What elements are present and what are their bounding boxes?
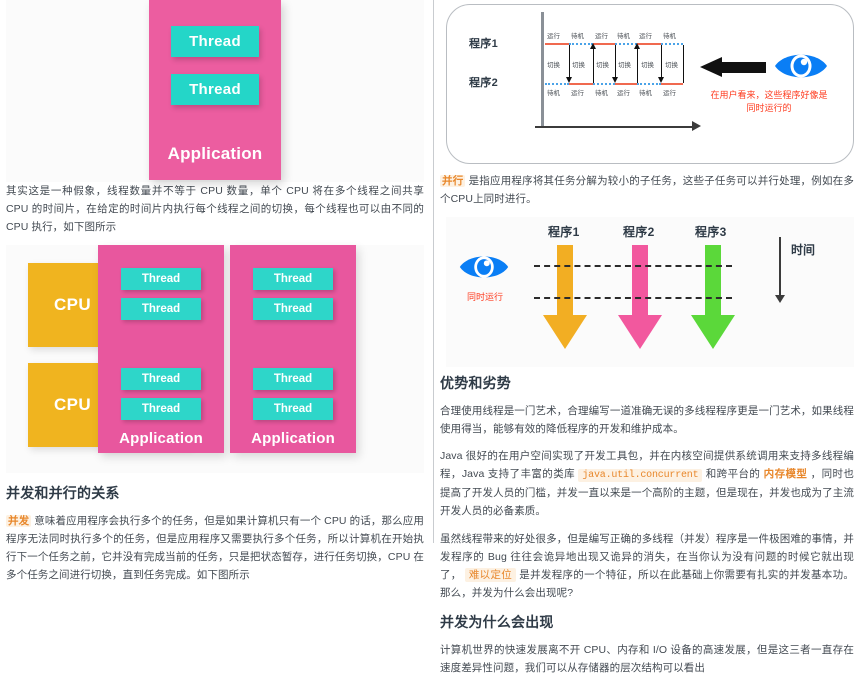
timeline-program2-label: 程序2 (469, 77, 499, 89)
timeline-program1-label: 程序1 (469, 38, 499, 50)
timeline-idle-segment (661, 43, 683, 45)
timeline-top-state: 运行 (595, 33, 608, 40)
inline-code-concurrent-package: java.util.concurrent (578, 469, 703, 483)
parallel-program2-label: 程序2 (623, 225, 655, 240)
timeline-top-state: 待机 (571, 33, 584, 40)
parallel-program3-label: 程序3 (695, 225, 727, 240)
timeline-bottom-state: 运行 (617, 90, 630, 97)
tag-hard-to-locate: 难以定位 (464, 567, 517, 582)
application-label: Application (119, 430, 203, 448)
right-paragraph-parallel: 并行 是指应用程序将其任务分解为较小的子任务，这些子任务可以并行处理，例如在多个… (440, 172, 854, 208)
timeline-switch-line (569, 45, 570, 78)
timeline-switch-arrow-icon (566, 77, 572, 83)
thread-chip: Thread (121, 268, 201, 291)
timeline-eye-caption-line1: 在用户看来，这些程序好像是 (710, 90, 828, 100)
right-paragraph-4: 虽然线程带来的好处很多，但是编写正确的多线程（并发）程序是一件极困难的事情，并发… (440, 530, 854, 602)
left-heading-concurrency-parallelism: 并发和并行的关系 (6, 485, 120, 502)
timeline-switch-arrow-icon (590, 43, 596, 49)
right-paragraph-2: 合理使用线程是一门艺术，合理编写一道准确无误的多线程程序更是一门艺术，如果线程使… (440, 405, 854, 436)
timeline-bottom-state: 待机 (547, 90, 560, 97)
timeline-switch-label: 切换 (618, 62, 631, 69)
application-label: Application (251, 430, 335, 448)
thread-chip: Thread (171, 74, 259, 105)
parallel-eye-caption: 同时运行 (466, 292, 503, 303)
timeline-bottom-state: 运行 (663, 90, 676, 97)
timeline-idle-segment (637, 83, 661, 85)
timeline-top-state: 待机 (617, 33, 630, 40)
left-paragraph-2-text: 意味着应用程序会执行多个的任务，但是如果计算机只有一个 CPU 的话，那么应用程… (6, 515, 424, 582)
timeline-bottom-state: 运行 (571, 90, 584, 97)
timeline-run-segment (593, 43, 615, 45)
timeline-top-state: 运行 (547, 33, 560, 40)
page-root: Thread Thread Application 其实这是一种假象，线程数量并… (0, 0, 858, 674)
thread-chip: Thread (121, 398, 201, 421)
figure-cpu-applications: CPU CPU Thread Thread Thread Thread Appl… (6, 245, 424, 474)
timeline-switch-label: 切换 (572, 62, 585, 69)
timeline-run-segment (545, 43, 569, 45)
timeline-switch-line (637, 49, 638, 83)
timeline-switch-label: 切换 (547, 62, 560, 69)
right-paragraph-parallel-text: 是指应用程序将其任务分解为较小的子任务，这些子任务可以并行处理，例如在多个CPU… (440, 175, 854, 206)
figure-parallel-programs: 同时运行 程序1 程序2 程序3 时间 (446, 217, 854, 368)
right-paragraph-5: 计算机世界的快速发展离不开 CPU、内存和 I/O 设备的高速发展，但是这三者一… (440, 643, 854, 674)
tag-concurrency: 并发 (6, 515, 32, 528)
cpu-label: CPU (54, 395, 92, 415)
timeline-grid: 运行 待机 运行 待机 运行 待机 切换 切换 切换 切换 切换 切换 待机 运… (545, 5, 684, 165)
timeline-bottom-state: 待机 (595, 90, 608, 97)
figure-context-switch-timeline: 程序1 程序2 运行 待机 运行 待机 运行 待机 切换 切换 切换 切换 切换… (446, 4, 854, 164)
timeline-eye-caption-line2: 同时运行的 (746, 103, 792, 113)
parallel-time-slice-line (534, 297, 732, 300)
thread-chip: Thread (253, 268, 333, 291)
right-paragraph-3-b: 和跨平台的 (705, 468, 761, 481)
timeline-run-segment (661, 83, 683, 85)
timeline-switch-line (683, 45, 684, 83)
thread-chip: Thread (121, 298, 201, 321)
timeline-switch-label: 切换 (665, 62, 678, 69)
timeline-bottom-state: 待机 (639, 90, 652, 97)
application-column: Thread Thread Thread Thread Application (98, 245, 224, 454)
application-label: Application (167, 144, 263, 163)
timeline-run-segment (569, 83, 593, 85)
right-paragraph-3: Java 很好的在用户空间实现了开发工具包，并在内核空间提供系统调用来支持多线程… (440, 447, 854, 520)
right-heading-why-concurrency: 并发为什么会出现 (440, 613, 554, 630)
pointing-arrow-icon (700, 57, 766, 77)
timeline-idle-segment (545, 83, 569, 85)
thread-chip: Thread (253, 368, 333, 391)
cpu-label: CPU (54, 295, 92, 315)
thread-chip: Thread (171, 26, 259, 57)
thread-chip: Thread (253, 298, 333, 321)
parallel-program1-label: 程序1 (548, 225, 580, 240)
thread-chip: Thread (253, 398, 333, 421)
eye-icon (773, 49, 829, 83)
left-paragraph-2: 并发 意味着应用程序会执行多个的任务，但是如果计算机只有一个 CPU 的话，那么… (6, 512, 424, 584)
tag-memory-model: 内存模型 (763, 468, 808, 481)
timeline-run-segment (615, 83, 637, 85)
figure-application-threads: Thread Thread Application (6, 0, 424, 182)
time-axis-label: 时间 (791, 243, 816, 258)
timeline-switch-label: 切换 (641, 62, 654, 69)
timeline-run-segment (637, 43, 661, 45)
timeline-switch-line (615, 45, 616, 78)
parallel-time-slice-line (534, 265, 732, 268)
timeline-y-axis (541, 12, 544, 128)
tag-parallel: 并行 (440, 175, 466, 187)
timeline-switch-arrow-icon (658, 77, 664, 83)
timeline-top-state: 待机 (663, 33, 676, 40)
right-column: 程序1 程序2 运行 待机 运行 待机 运行 待机 切换 切换 切换 切换 切换… (434, 0, 858, 674)
timeline-switch-line (661, 45, 662, 78)
timeline-x-axis-arrow-icon (692, 121, 701, 131)
timeline-switch-arrow-icon (634, 43, 640, 49)
left-column: Thread Thread Application 其实这是一种假象，线程数量并… (0, 0, 430, 581)
timeline-switch-line (593, 49, 594, 83)
timeline-top-state: 运行 (639, 33, 652, 40)
application-box: Thread Thread Application (149, 0, 281, 180)
timeline-idle-segment (593, 83, 615, 85)
thread-chip: Thread (121, 368, 201, 391)
eye-icon (458, 251, 510, 288)
timeline-switch-arrow-icon (612, 77, 618, 83)
timeline-switch-label: 切换 (596, 62, 609, 69)
right-heading-pros-cons: 优势和劣势 (440, 375, 511, 392)
left-paragraph-1: 其实这是一种假象，线程数量并不等于 CPU 数量，单个 CPU 将在多个线程之间… (6, 185, 424, 234)
application-column: Thread Thread Thread Thread Application (230, 245, 356, 454)
